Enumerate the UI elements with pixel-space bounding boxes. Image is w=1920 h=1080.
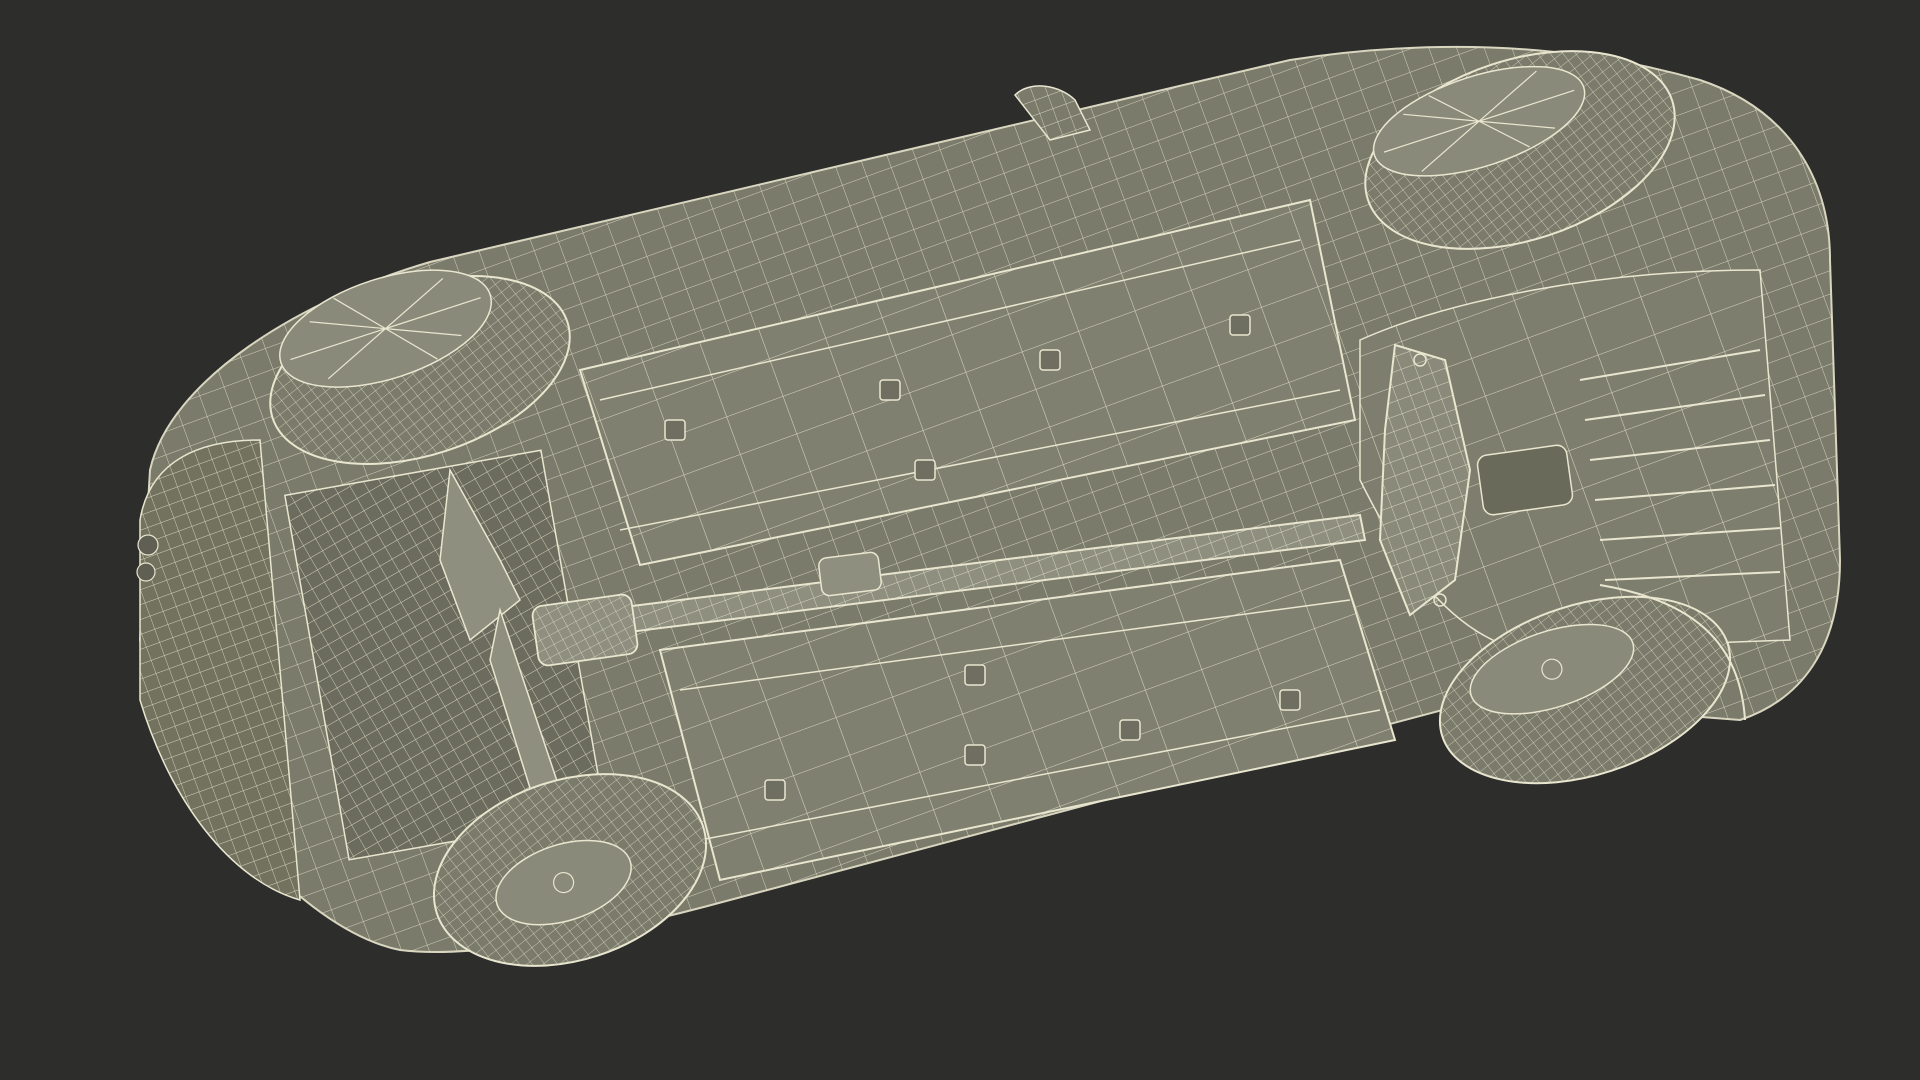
fog-light: [137, 534, 159, 556]
render-viewport: [0, 0, 1920, 1080]
car-underside-render: [136, 45, 1842, 967]
rear-tow-cutout: [1476, 444, 1574, 516]
fog-light: [136, 562, 156, 582]
